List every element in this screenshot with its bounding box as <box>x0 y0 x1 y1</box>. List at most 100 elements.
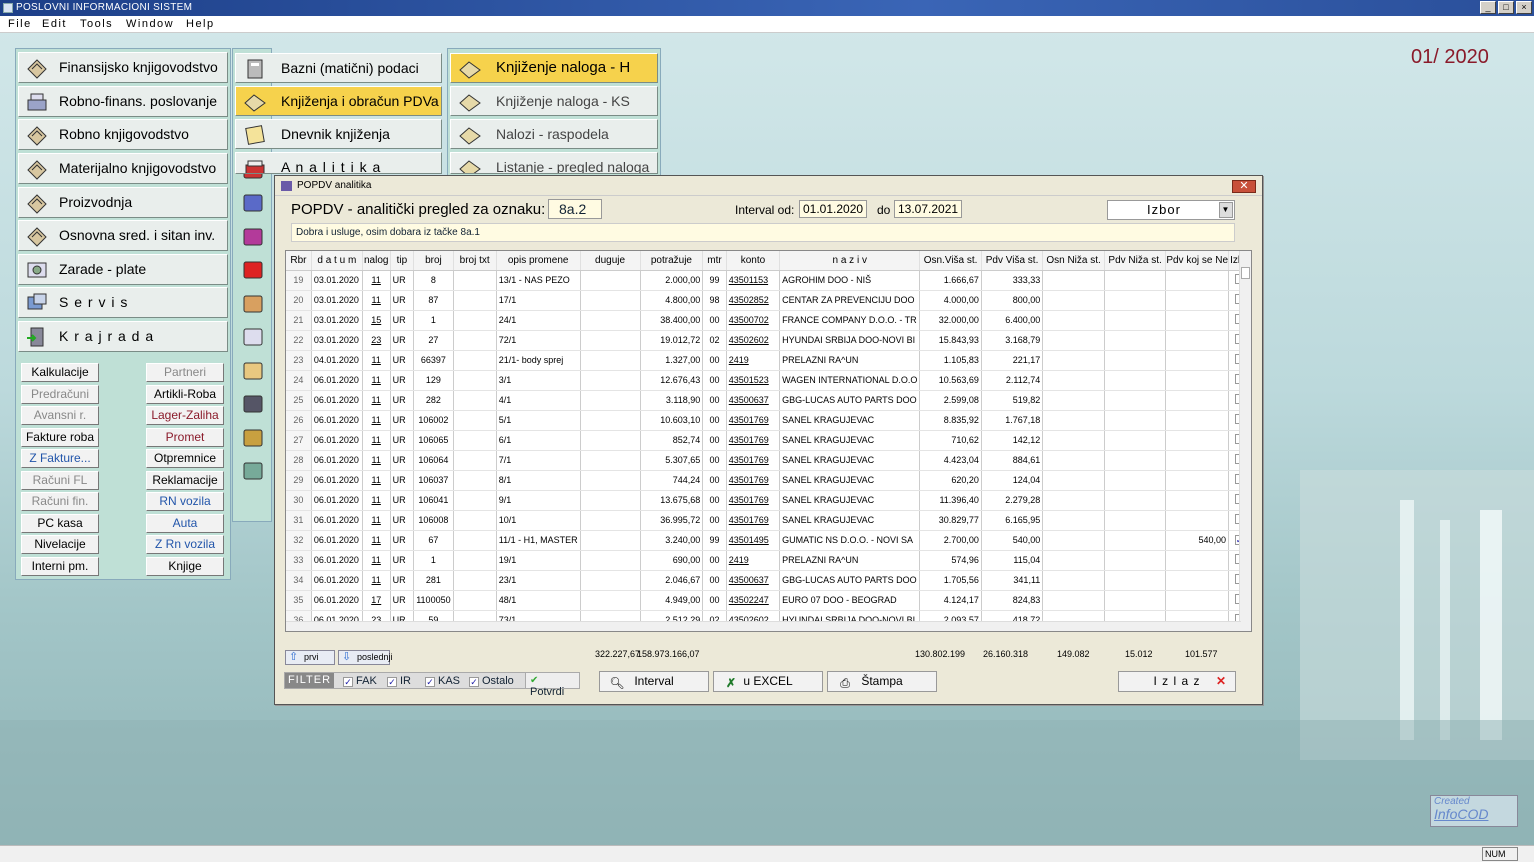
table-row[interactable]: 22 03.01.2020 23 UR 27 72/1 19.012,72 02 4350260… <box>286 330 1251 351</box>
table-cell[interactable]: 43501769 <box>726 490 781 511</box>
small-button-right-10[interactable]: Knjige <box>146 556 224 576</box>
column-header[interactable]: n a z i v <box>779 251 921 271</box>
small-button-left-3[interactable]: Avansni r. <box>21 406 99 425</box>
exit-button[interactable]: I z l a z ✕ <box>1118 671 1236 692</box>
filter-kas-checkbox[interactable]: ✓ KAS <box>425 675 460 687</box>
small-button-left-8[interactable]: PC kasa <box>21 513 99 533</box>
table-row[interactable]: 35 06.01.2020 17 UR 1100050 48/1 4.949,00 00 435… <box>286 590 1251 611</box>
column-header[interactable]: opis promene <box>496 251 581 271</box>
column-header[interactable]: duguje <box>580 251 641 271</box>
small-button-left-5[interactable]: Z Fakture... <box>21 449 99 468</box>
small-button-right-4[interactable]: Promet <box>146 427 224 447</box>
menu-file[interactable]: File <box>8 18 32 30</box>
table-cell[interactable]: 11 <box>362 510 391 531</box>
small-button-left-9[interactable]: Nivelacije <box>21 535 99 554</box>
dialog-close-button[interactable]: ✕ <box>1232 180 1256 193</box>
small-button-right-9[interactable]: Z Rn vozila <box>146 535 224 554</box>
table-row[interactable]: 32 06.01.2020 11 UR 67 11/1 - H1, MASTER 3.240… <box>286 530 1251 551</box>
module-button-6[interactable]: Osnovna sred. i sitan inv. <box>18 220 228 251</box>
table-row[interactable]: 31 06.01.2020 11 UR 106008 10/1 36.995,72 00 435… <box>286 510 1251 531</box>
column-header[interactable]: Pdv Niža st. <box>1104 251 1167 271</box>
small-button-left-10[interactable]: Interni pm. <box>21 556 99 576</box>
table-row[interactable]: 20 03.01.2020 11 UR 87 17/1 4.800,00 98 43502852… <box>286 290 1251 311</box>
small-button-right-8[interactable]: Auta <box>146 513 224 533</box>
table-cell[interactable]: 43502602 <box>726 330 781 351</box>
mid-button-1[interactable]: Bazni (matični) podaci <box>235 53 442 83</box>
small-button-left-6[interactable]: Računi FL <box>21 470 99 490</box>
booking-button-3[interactable]: Nalozi - raspodela <box>450 119 658 149</box>
coins-icon[interactable] <box>240 359 266 383</box>
table-cell[interactable]: 43501769 <box>726 510 781 531</box>
exit-door-icon[interactable] <box>240 459 266 483</box>
interval-button[interactable]: 🔍︎ Interval <box>599 671 709 692</box>
table-row[interactable]: 34 06.01.2020 11 UR 281 23/1 2.046,67 00 4350063… <box>286 570 1251 591</box>
table-cell[interactable]: 43501769 <box>726 430 781 451</box>
table-cell[interactable]: 43501153 <box>726 270 781 291</box>
table-cell[interactable]: 43501769 <box>726 450 781 471</box>
scroll-thumb[interactable] <box>1241 267 1250 279</box>
books-stack-icon[interactable] <box>240 225 266 249</box>
table-cell[interactable]: 2419 <box>726 550 781 571</box>
book-red-icon[interactable] <box>240 258 266 282</box>
date-from-field[interactable]: 01.01.2020 <box>799 200 867 218</box>
column-header[interactable]: d a t u m <box>311 251 363 271</box>
keys-icon[interactable] <box>240 426 266 450</box>
column-header[interactable]: Osn Niža st. <box>1042 251 1105 271</box>
table-row[interactable]: 24 06.01.2020 11 UR 129 3/1 12.676,43 00 4350152… <box>286 370 1251 391</box>
table-cell[interactable]: 43501769 <box>726 410 781 431</box>
table-row[interactable]: 33 06.01.2020 11 UR 1 19/1 690,00 00 2419 PRELAZN… <box>286 550 1251 571</box>
izbor-select[interactable]: Izbor ▼ <box>1107 200 1235 220</box>
table-cell[interactable]: 43500702 <box>726 310 781 331</box>
table-row[interactable]: 27 06.01.2020 11 UR 106065 6/1 852,74 00 4350176… <box>286 430 1251 451</box>
table-cell[interactable]: 43500637 <box>726 390 781 411</box>
filter-ir-checkbox[interactable]: ✓ IR <box>387 675 411 687</box>
table-cell[interactable]: 11 <box>362 430 391 451</box>
chevron-down-icon[interactable]: ▼ <box>1219 202 1233 218</box>
booking-button-2[interactable]: Knjiženje naloga - KS <box>450 86 658 116</box>
small-button-right-5[interactable]: Otpremnice <box>146 449 224 468</box>
table-cell[interactable]: 11 <box>362 470 391 491</box>
small-button-right-6[interactable]: Reklamacije <box>146 470 224 490</box>
table-cell[interactable]: 11 <box>362 450 391 471</box>
table-row[interactable]: 21 03.01.2020 15 UR 1 24/1 38.400,00 00 43500702… <box>286 310 1251 331</box>
booking-button-4[interactable]: Listanje - pregled naloga <box>450 152 658 174</box>
table-cell[interactable]: 2419 <box>726 350 781 371</box>
small-button-right-7[interactable]: RN vozila <box>146 492 224 511</box>
table-cell[interactable]: 11 <box>362 410 391 431</box>
column-header[interactable]: Pdv koj se Ne <box>1165 251 1230 271</box>
column-header[interactable]: broj txt <box>453 251 497 271</box>
open-book-icon[interactable] <box>240 392 266 416</box>
small-button-left-2[interactable]: Predračuni <box>21 384 99 404</box>
small-button-left-7[interactable]: Računi fin. <box>21 492 99 511</box>
table-row[interactable]: 28 06.01.2020 11 UR 106064 7/1 5.307,65 00 43501… <box>286 450 1251 471</box>
column-header[interactable]: konto <box>726 251 781 271</box>
menu-tools[interactable]: Tools <box>80 18 113 30</box>
first-record-button[interactable]: ⇧ prvi <box>285 650 335 665</box>
menu-edit[interactable]: Edit <box>42 18 67 30</box>
table-cell[interactable]: 43500637 <box>726 570 781 591</box>
menu-window[interactable]: Window <box>126 18 174 30</box>
module-button-8[interactable]: S e r v i s <box>18 287 228 318</box>
table-row[interactable]: 29 06.01.2020 11 UR 106037 8/1 744,24 00 4350176… <box>286 470 1251 491</box>
mid-button-3[interactable]: Dnevnik knjiženja <box>235 119 442 149</box>
menu-help[interactable]: Help <box>186 18 215 30</box>
column-header[interactable]: potražuje <box>640 251 704 271</box>
table-row[interactable]: 23 04.01.2020 11 UR 66397 21/1- body sprej 1.3… <box>286 350 1251 371</box>
column-header[interactable]: tip <box>390 251 415 271</box>
calculator-icon[interactable] <box>240 325 266 349</box>
maximize-button[interactable]: □ <box>1498 1 1514 14</box>
minimize-button[interactable]: _ <box>1480 1 1496 14</box>
print-button[interactable]: ⎙ Štampa <box>827 671 937 692</box>
horizontal-scrollbar[interactable] <box>286 621 1241 631</box>
mid-button-2[interactable]: Knjiženja i obračun PDVa <box>235 86 442 116</box>
table-cell[interactable]: 43501495 <box>726 530 781 551</box>
table-cell[interactable]: 11 <box>362 550 391 571</box>
module-button-3[interactable]: Robno knjigovodstvo <box>18 119 228 150</box>
table-cell[interactable]: 43502247 <box>726 590 781 611</box>
table-row[interactable]: 19 03.01.2020 11 UR 8 13/1 - NAS PEZO 2.000,00… <box>286 270 1251 291</box>
small-button-left-1[interactable]: Kalkulacije <box>21 363 99 382</box>
column-header[interactable]: Osn.Viša st. <box>919 251 982 271</box>
column-header[interactable]: Pdv Viša st. <box>981 251 1044 271</box>
table-cell[interactable]: 43501769 <box>726 470 781 491</box>
small-button-left-4[interactable]: Fakture roba <box>21 427 99 447</box>
